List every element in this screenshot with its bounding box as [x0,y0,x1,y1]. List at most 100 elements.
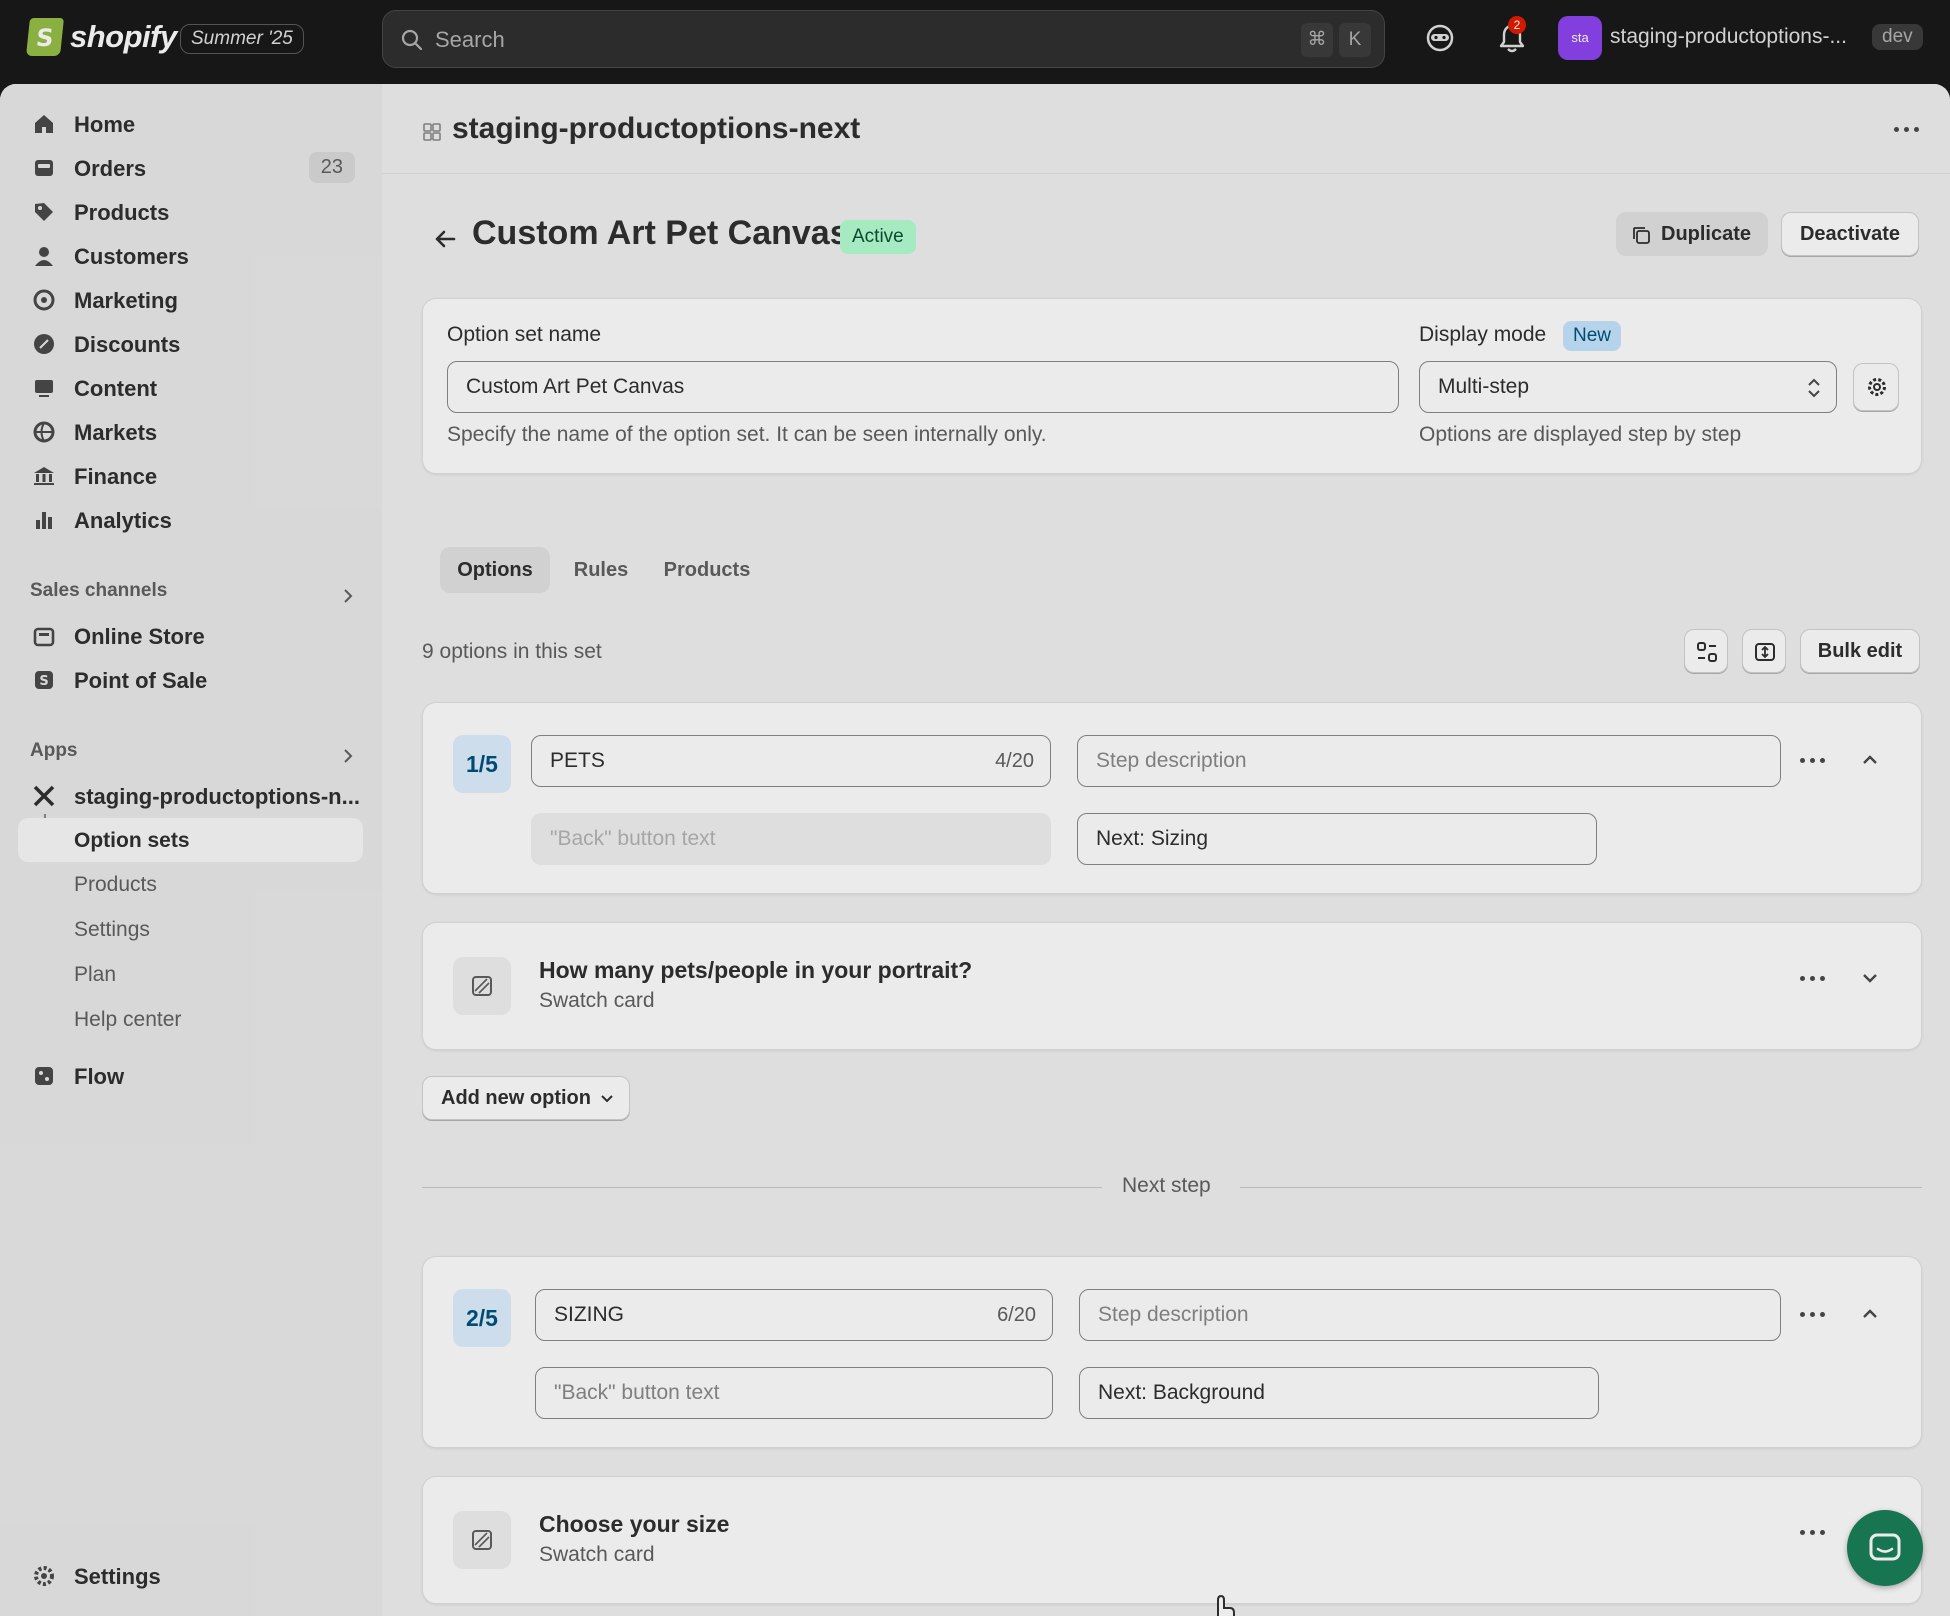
notification-count-badge: 2 [1508,16,1526,34]
duplicate-icon [1633,227,1650,244]
nav-app-staging-productoptions[interactable]: staging-productoptions-n... [18,774,363,818]
chevron-right-icon[interactable] [340,748,356,764]
page-title: Custom Art Pet Canvas [472,214,849,252]
sidekick-icon[interactable] [1420,18,1460,58]
collapse-all-button[interactable] [1684,629,1728,673]
subnav-label: Settings [74,918,150,941]
option-more-actions-button[interactable] [1798,963,1828,993]
tab-products[interactable]: Products [652,547,762,593]
option-type: Swatch card [539,989,655,1012]
next-button-text-input[interactable]: Next: Sizing [1077,813,1597,865]
expand-all-button[interactable] [1742,629,1786,673]
chat-button[interactable] [1847,1510,1923,1586]
nav-label: Finance [74,464,158,489]
option-title: How many pets/people in your portrait? [539,957,973,983]
content-icon [35,380,53,397]
step-number-badge: 1/5 [453,735,511,793]
nav-label: Markets [74,420,158,445]
step-description-input[interactable]: Step description [1079,1289,1781,1341]
option-card[interactable]: Choose your size Swatch card [422,1476,1922,1604]
expand-icon [1755,643,1775,661]
chevron-up-icon[interactable] [1855,745,1885,775]
nav-finance[interactable]: Finance [18,454,363,498]
nav-label: Flow [74,1064,125,1089]
nav-label: Marketing [74,288,178,313]
admin-frame: Home Orders 23 Products Customers Market… [0,84,1950,1616]
subnav-plan[interactable]: Plan [18,952,363,996]
tab-rules[interactable]: Rules [558,547,644,593]
display-mode-label: Display mode [1419,323,1547,346]
nav-label: staging-productoptions-n... [74,784,360,809]
nav-label: Online Store [74,624,205,649]
nav-settings[interactable]: Settings [18,1554,363,1598]
nav-home[interactable]: Home [18,102,363,146]
gear-icon [34,1566,54,1586]
nav-discounts[interactable]: Discounts [18,322,363,366]
tab-options[interactable]: Options [440,547,550,593]
nav-flow[interactable]: Flow [18,1054,363,1098]
nav-point-of-sale[interactable]: S Point of Sale [18,658,363,702]
step-name-input[interactable]: PETS 4/20 [531,735,1051,787]
subnav-products[interactable]: Products [18,862,363,906]
nav-content[interactable]: Content [18,366,363,410]
nav-analytics[interactable]: Analytics [18,498,363,542]
sales-channels-heading[interactable]: Sales channels [30,580,167,602]
nav-label: Point of Sale [74,668,208,693]
apps-heading[interactable]: Apps [30,740,78,762]
step-description-placeholder: Step description [1096,749,1247,772]
nav-customers[interactable]: Customers [18,234,363,278]
nav-products[interactable]: Products [18,190,363,234]
subnav-help-center[interactable]: Help center [18,997,363,1041]
bulk-edit-button[interactable]: Bulk edit [1800,629,1920,673]
select-arrows-icon [1808,378,1820,398]
add-new-option-label: Add new option [441,1087,591,1109]
nav-online-store[interactable]: Online Store [18,614,363,658]
nav-label: Discounts [74,332,181,357]
next-button-text-input[interactable]: Next: Background [1079,1367,1599,1419]
options-count: 9 options in this set [422,640,602,663]
subnav-label: Help center [74,1008,182,1031]
add-new-option-button[interactable]: Add new option [422,1076,630,1120]
nav-marketing[interactable]: Marketing [18,278,363,322]
chevron-down-icon [601,1095,613,1103]
subnav-settings[interactable]: Settings [18,907,363,951]
app-title: staging-productoptions-next [452,112,861,145]
back-button-text-placeholder: "Back" button text [554,1381,720,1404]
option-card[interactable]: How many pets/people in your portrait? S… [422,922,1922,1050]
store-avatar[interactable]: sta [1558,16,1602,60]
step-description-input[interactable]: Step description [1077,735,1781,787]
app-more-actions-button[interactable] [1892,114,1922,144]
step-more-actions-button[interactable] [1798,745,1828,775]
option-set-settings-card: Option set name Custom Art Pet Canvas Sp… [422,298,1922,474]
globe-icon [33,421,55,443]
edition-badge[interactable]: Summer '25 [180,24,304,54]
deactivate-button[interactable]: Deactivate [1781,212,1919,256]
subnav-option-sets[interactable]: Option sets [18,818,363,862]
nav-label: Products [74,200,170,225]
option-more-actions-button[interactable] [1798,1517,1828,1547]
chevron-down-icon[interactable] [1855,963,1885,993]
gear-icon [1868,378,1886,396]
orders-count-badge: 23 [308,152,355,183]
store-name[interactable]: staging-productoptions-... [1610,25,1847,49]
duplicate-button[interactable]: Duplicate [1616,212,1768,256]
shopify-logo[interactable]: S shopify [26,18,177,56]
image-placeholder-icon [472,1530,492,1550]
subnav-label: Option sets [74,829,190,852]
nav-orders[interactable]: Orders 23 [18,146,363,190]
step-more-actions-button[interactable] [1798,1299,1828,1329]
shortcut-k-key: K [1339,23,1371,57]
search-bar[interactable]: Search ⌘ K [382,10,1385,68]
chevron-right-icon[interactable] [340,588,356,604]
option-set-name-input[interactable]: Custom Art Pet Canvas [447,361,1399,413]
step-name-input[interactable]: SIZING 6/20 [535,1289,1053,1341]
collapse-icon [1697,642,1717,662]
nav-markets[interactable]: Markets [18,410,363,454]
back-arrow-icon[interactable] [430,224,460,254]
back-button-text-input[interactable]: "Back" button text [535,1367,1053,1419]
chevron-up-icon[interactable] [1855,1299,1885,1329]
app-header: staging-productoptions-next [382,84,1950,174]
display-mode-select[interactable]: Multi-step [1419,361,1837,413]
display-settings-button[interactable] [1853,363,1899,411]
status-badge: Active [840,220,916,254]
